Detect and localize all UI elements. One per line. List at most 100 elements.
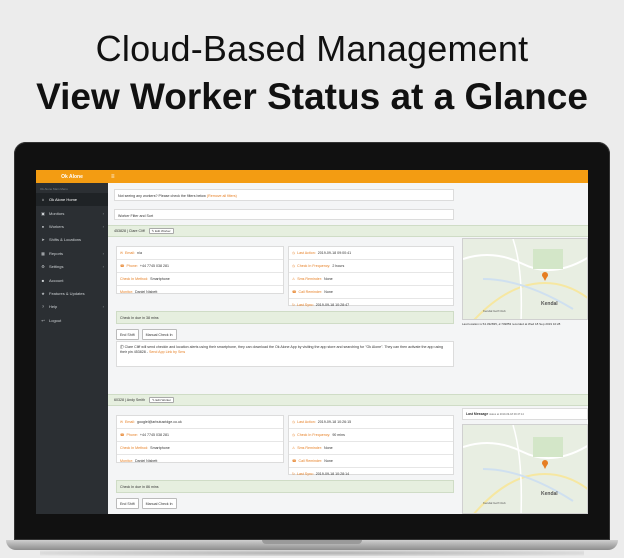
sidebar: Ok Alone Ok Alone Main Menu ⌂ Ok Alone H… [36, 170, 108, 514]
worker-map[interactable]: Kendal Kendal Golf Club [462, 424, 588, 514]
checkin-method-value: Smartphone [150, 446, 170, 450]
map-graphic [463, 239, 587, 319]
main-content: Not seeing any workers? Please check the… [108, 183, 588, 514]
checkin-method-value: Smartphone [150, 277, 170, 281]
laptop-shadow [40, 550, 584, 556]
sync-row: ↻ Last Sync: 2019-09-18 10:28:47 [289, 299, 453, 311]
send-app-link[interactable]: Send App Link by Sms [149, 350, 185, 354]
sidebar-item-account[interactable]: ■ Account [36, 273, 108, 286]
sync-icon: ↻ [292, 303, 296, 307]
last-action-value: 2019-09-18 10:26:15 [317, 420, 352, 424]
sidebar-item-label: Logout [49, 317, 62, 323]
chevron-right-icon: › [102, 250, 104, 256]
sync-label: Last Sync: [297, 303, 314, 307]
sync-label: Last Sync: [297, 472, 314, 476]
sync-row: ↻ Last Sync: 2019-09-18 10:28:14 [289, 468, 453, 480]
end-shift-button[interactable]: End Shift [116, 498, 139, 509]
timer-icon: ◷ [292, 264, 296, 268]
map-place-label: Kendal Golf Club [483, 501, 506, 505]
sidebar-item-label: Monitors [49, 210, 65, 216]
worker-filter-panel[interactable]: Worker Filter and Sort [114, 209, 454, 220]
worker-title: 60328 | Andy Smith [114, 398, 146, 402]
call-row: ☎ Call Reminder: None [289, 286, 453, 299]
notice-text: Not seeing any workers? Please check the… [118, 194, 206, 198]
worker-status: ◷ Last Action: 2019-09-18 09:00:41 ◷ Check … [288, 246, 454, 307]
worker-header: 453828 | Clare Cliff ✎ Edit Worker [108, 225, 588, 237]
sidebar-item-workers[interactable]: ● Workers › [36, 220, 108, 233]
edit-worker-button[interactable]: ✎ Edit Worker [148, 228, 174, 234]
map-location-caption: Last location is 54.332835,-2.749853 rec… [462, 322, 561, 326]
phone-value: +44 7745 038 281 [139, 264, 169, 268]
sidebar-item-label: Shifts & Locations [49, 237, 82, 243]
email-row: ✉ Email: googlel@arbutusridge.co.uk [117, 416, 283, 429]
worker-status: ◷ Last Action: 2019-09-18 10:26:15 ◷ Check … [288, 415, 454, 476]
sidebar-item-label: Features & Updates [49, 290, 85, 296]
info-icon: ⓘ [120, 345, 124, 349]
account-icon: ■ [41, 277, 45, 283]
worker-actions: End Shift Manual Check In [116, 329, 177, 340]
timer-icon: ◷ [292, 433, 296, 437]
users-icon: ● [41, 223, 45, 229]
location-icon: ➤ [41, 237, 45, 243]
worker-title: 453828 | Clare Cliff [114, 229, 145, 233]
phone-value: +44 7745 038 281 [139, 433, 169, 437]
sidebar-item-label: Workers [49, 223, 64, 229]
chevron-right-icon: › [102, 304, 104, 310]
frequency-label: Check In Frequency: [297, 264, 331, 268]
last-action-row: ◷ Last Action: 2019-09-18 09:00:41 [289, 247, 453, 260]
sidebar-item-shifts[interactable]: ➤ Shifts & Locations [36, 233, 108, 246]
monitor-row: Monitor: Daniel Nisbett [117, 286, 283, 298]
phone-icon: ☎ [120, 264, 125, 268]
headline-title: Cloud-Based Management [95, 28, 529, 69]
chevron-right-icon: › [102, 223, 104, 229]
worker-map[interactable]: Kendal Kendal Golf Club [462, 238, 588, 320]
monitor-value: Daniel Nisbett [134, 459, 158, 463]
frequency-value: 2 hours [332, 264, 345, 268]
chevron-right-icon: › [102, 210, 104, 216]
edit-worker-button[interactable]: ✎ Edit Worker [149, 397, 175, 403]
sync-value: 2019-09-18 10:28:47 [315, 303, 350, 307]
help-icon: ? [41, 304, 45, 310]
app-screen: Ok Alone Ok Alone Main Menu ⌂ Ok Alone H… [36, 170, 588, 514]
email-label: Email: [125, 420, 136, 424]
bell-icon: ⚠ [292, 446, 296, 450]
call-value: None [324, 290, 333, 294]
sms-label: Sms Reminder: [297, 446, 322, 450]
call-label: Call Reminder: [298, 290, 323, 294]
remove-filters-link[interactable]: (Remove all filters) [207, 194, 237, 198]
sidebar-item-logout[interactable]: ↩ Logout [36, 314, 108, 327]
sidebar-item-monitors[interactable]: ▣ Monitors › [36, 206, 108, 219]
map-town-label: Kendal [541, 301, 558, 307]
headline-subtitle: View Worker Status at a Glance [36, 76, 588, 117]
hamburger-icon[interactable]: ≡ [111, 174, 115, 180]
sidebar-item-home[interactable]: ⌂ Ok Alone Home [36, 193, 108, 207]
brand-logo[interactable]: Ok Alone [36, 170, 108, 183]
call-label: Call Reminder: [298, 459, 323, 463]
worker-actions: End Shift Manual Check In [116, 498, 177, 509]
checkin-method-label: Check In Method: [120, 277, 149, 281]
app-info-box: ⓘ Clare Cliff will send checkin and loca… [116, 341, 454, 367]
manual-checkin-button[interactable]: Manual Check In [141, 498, 177, 509]
end-shift-button[interactable]: End Shift [116, 329, 139, 340]
sidebar-item-settings[interactable]: ⚙ Settings › [36, 260, 108, 273]
sidebar-item-label: Help [49, 304, 58, 310]
sidebar-item-help[interactable]: ? Help › [36, 300, 108, 313]
sidebar-item-features[interactable]: ★ Features & Updates [36, 287, 108, 300]
monitor-value: Daniel Nisbett [134, 290, 158, 294]
filter-label: Worker Filter and Sort [118, 213, 154, 218]
bell-icon: ⚠ [292, 277, 296, 281]
phone-label: Phone: [126, 433, 138, 437]
frequency-label: Check In Frequency: [297, 433, 331, 437]
manual-checkin-button[interactable]: Manual Check In [141, 329, 177, 340]
sidebar-item-reports[interactable]: ▦ Reports › [36, 247, 108, 260]
checkin-due-banner: Check In due in 38 mins [116, 311, 454, 324]
edit-worker-label: Edit Worker [155, 398, 172, 402]
phone-row: ☎ Phone: +44 7745 038 281 [117, 429, 283, 442]
checkin-method-row: Check In Method: Smartphone [117, 442, 283, 455]
filter-notice: Not seeing any workers? Please check the… [114, 189, 454, 201]
top-bar: ≡ [108, 170, 588, 183]
sidebar-header: Ok Alone Main Menu [40, 187, 68, 191]
last-message-panel: Last Message status at 2019-09-18 09:47:… [462, 408, 588, 420]
checkin-method-label: Check In Method: [120, 446, 149, 450]
frequency-value: 90 mins [332, 433, 345, 437]
